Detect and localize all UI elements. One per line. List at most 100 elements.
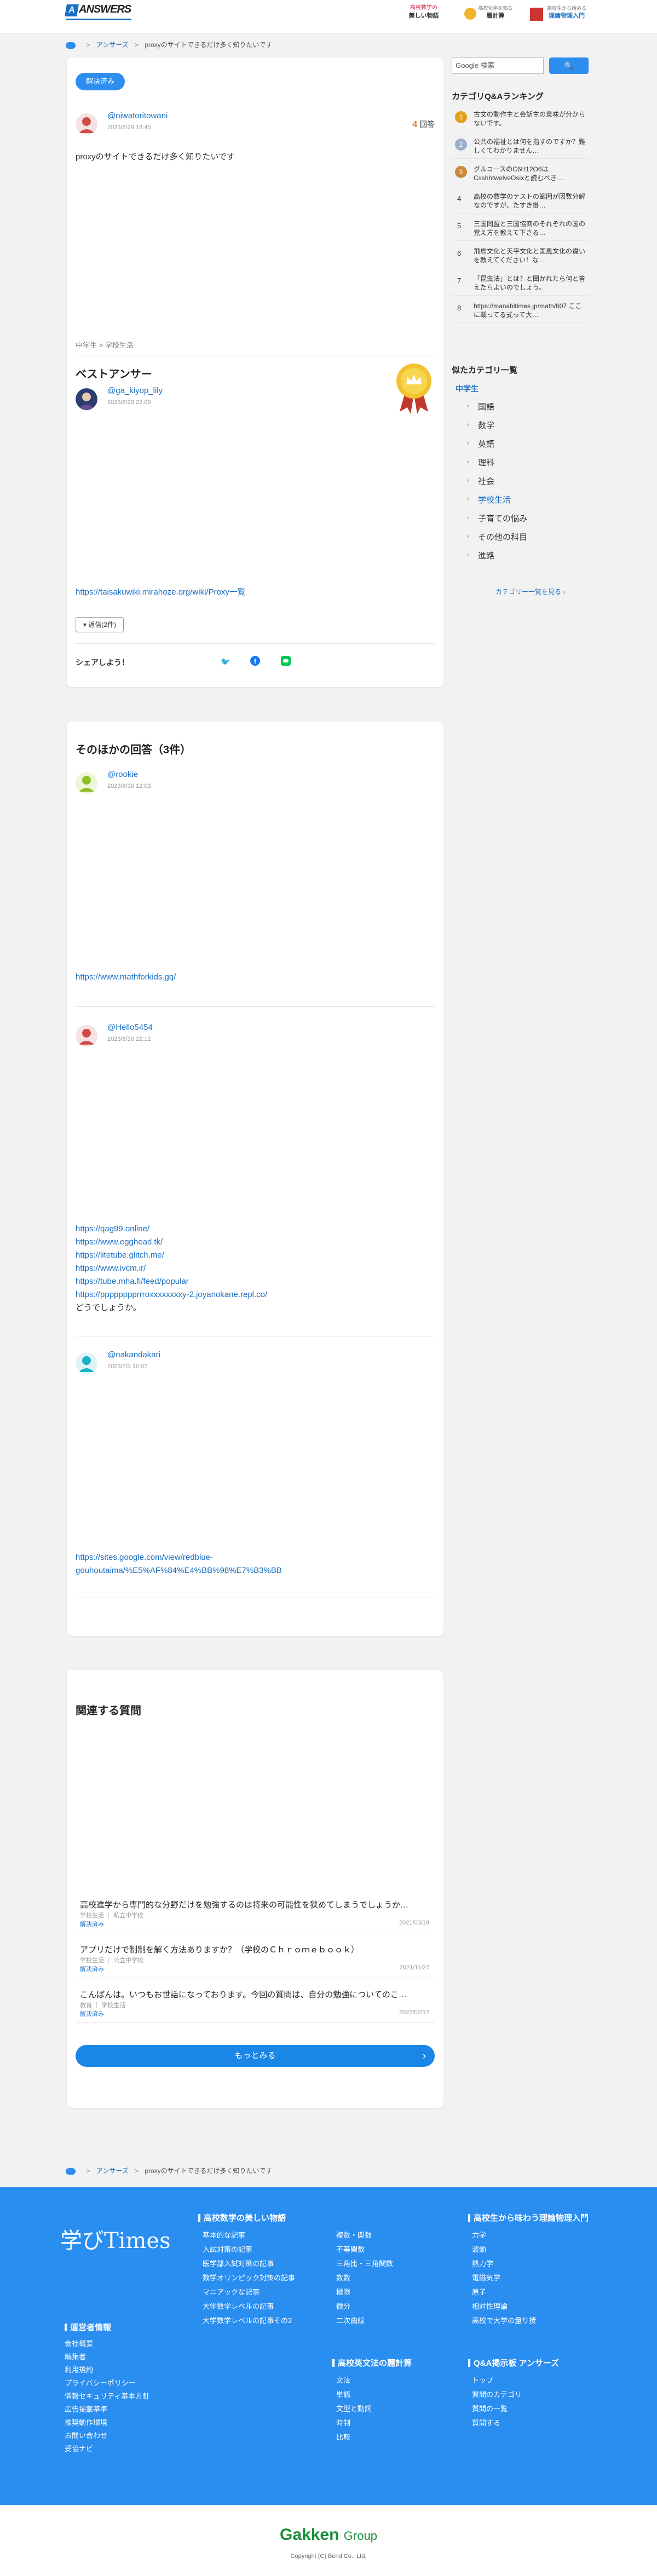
footer-link[interactable]: 比較	[336, 2431, 350, 2442]
related-item[interactable]: アプリだけで制制を解く方法ありますか？（学校のＣｈｒｏｍｅｂｏｏｋ） 学校生活 …	[76, 1939, 435, 1978]
footer-link[interactable]: マニアックな記事	[203, 2286, 260, 2297]
answer-username[interactable]: @nakandakari	[107, 1350, 160, 1359]
related-item[interactable]: 高校進学から専門的な分野だけを勉強するのは将来の可能性を狭めてしまうでしょうか……	[76, 1894, 435, 1933]
footer-link[interactable]: 利用規約	[65, 2364, 93, 2375]
ranking-item[interactable]: 5 三国同盟と三国協商のそれぞれの国の覚え方を教えて下さる…	[452, 216, 589, 241]
answer-link[interactable]: https://sites.google.com/view/redblue-	[76, 1551, 213, 1564]
footer-link[interactable]: 妥協ナビ	[65, 2443, 93, 2453]
breadcrumb-answers[interactable]: アンサーズ	[96, 2167, 129, 2175]
footer-link[interactable]: 基本的な記事	[203, 2229, 245, 2240]
answer-link[interactable]: https://www.ivcm.ir/	[76, 1262, 146, 1275]
home-icon[interactable]	[66, 2168, 76, 2175]
footer-link[interactable]: 質問する	[472, 2417, 500, 2428]
footer-link[interactable]: 波動	[472, 2244, 486, 2254]
footer-link[interactable]: お問い合わせ	[65, 2430, 107, 2440]
ranking-item[interactable]: 1 古文の動作主と会話主の意味が分からないです。	[452, 107, 589, 131]
footer-link[interactable]: プライバシーポリシー	[65, 2377, 136, 2388]
facebook-icon[interactable]: f	[250, 656, 261, 667]
category-item-active[interactable]: 学校生活	[478, 494, 511, 505]
footer-link[interactable]: 数学オリンピック対策の記事	[203, 2272, 295, 2283]
search-button[interactable]: 🔍	[549, 57, 589, 74]
footer-link[interactable]: 高校で大学の量り授	[472, 2315, 536, 2325]
footer-link[interactable]: 広告掲載基準	[65, 2404, 107, 2414]
chevron-right-icon: ›	[467, 476, 469, 484]
ad-math[interactable]: 高校数学の 美しい物語	[400, 4, 448, 24]
ranking-item[interactable]: 8 https://manabitimes.jp/math/607 ここに載って…	[452, 298, 589, 323]
answer-link[interactable]: https://tube.mha.fi/feed/popular	[76, 1275, 189, 1288]
ranking-item[interactable]: 4 高校の数学のテストの範囲が因数分解なのですが、たすき掛…	[452, 189, 589, 214]
ranking-item[interactable]: 2 公共の福祉とは何を指すのですか？難しくてわかりません…	[452, 134, 589, 159]
footer-link[interactable]: 情報セキュリティ基本方針	[65, 2390, 149, 2401]
footer-link[interactable]: 質問の一覧	[472, 2403, 508, 2413]
related-item[interactable]: こんばんは。いつもお世話になっております。今回の質問は、自分の勉強についてのこ……	[76, 1984, 435, 2023]
answer-link[interactable]: https://litetube.glitch.me/	[76, 1249, 164, 1262]
footer-link[interactable]: 相対性理論	[472, 2301, 508, 2311]
footer-link[interactable]: 推奨動作環境	[65, 2417, 107, 2427]
footer-link[interactable]: 微分	[336, 2301, 350, 2311]
ranking-item[interactable]: 6 飛鳥文化と天平文化と国風文化の違いを教えてください！な…	[452, 244, 589, 268]
twitter-icon[interactable]: 🐦	[220, 656, 231, 667]
footer-link[interactable]: 大学数学レベルの記事その2	[203, 2315, 292, 2325]
category-link[interactable]: 学校生活	[105, 341, 134, 349]
footer-link[interactable]: 入試対策の記事	[203, 2244, 252, 2254]
footer-link[interactable]: 質問のカテゴリ	[472, 2389, 522, 2399]
answer-username[interactable]: @rookie	[107, 770, 138, 779]
footer-link[interactable]: 複数・関数	[336, 2229, 372, 2240]
home-icon[interactable]	[66, 42, 76, 49]
footer-logo[interactable]: 学びTimes	[60, 2223, 171, 2255]
answer-link[interactable]: gouhoutaima/%E5%AF%84%E4%BB%98%E7%B3%BB	[76, 1564, 282, 1577]
footer-col-title: 運営者情報	[65, 2321, 111, 2333]
footer-link[interactable]: 編集者	[65, 2351, 86, 2361]
ad-chem[interactable]: 高校化学を知る 麗計算	[464, 4, 515, 24]
category-item[interactable]: 社会	[478, 475, 494, 487]
answer-link[interactable]: https://pppppppprrroxxxxxxxxy-2.joyanoka…	[76, 1288, 267, 1301]
category-item[interactable]: 子育ての悩み	[478, 512, 527, 524]
answer-username[interactable]: @Hello5454	[107, 1023, 153, 1032]
footer-link[interactable]: 原子	[472, 2286, 486, 2297]
category-item[interactable]: 理科	[478, 457, 494, 468]
footer-link[interactable]: 電磁気学	[472, 2272, 500, 2283]
footer-link[interactable]: 不等関数	[336, 2244, 365, 2254]
ranking-item-text: https://manabitimes.jp/math/607 ここに載ってる式…	[474, 302, 582, 319]
footer-link[interactable]: 熱力学	[472, 2258, 493, 2268]
footer-link[interactable]: 二次曲線	[336, 2315, 365, 2325]
gakken-logo[interactable]: Gakken Group	[274, 2526, 383, 2544]
best-username[interactable]: @ga_kiyop_lily	[107, 386, 163, 395]
ranking-item[interactable]: 3 グルコースのC6H12O6はCsshhtwelveOsixと読むべき…	[452, 162, 589, 186]
answer-link[interactable]: https://www.egghead.tk/	[76, 1236, 163, 1249]
footer-link[interactable]: 単語	[336, 2389, 350, 2399]
footer-link[interactable]: 極限	[336, 2286, 350, 2297]
footer-link[interactable]: 文型と動詞	[336, 2403, 372, 2413]
footer-link[interactable]: 力学	[472, 2229, 486, 2240]
category-item[interactable]: 国語	[478, 401, 494, 412]
category-more-link[interactable]: カテゴリー一覧を見る ›	[495, 587, 565, 596]
category-item[interactable]: 数学	[478, 419, 494, 431]
footer-link[interactable]: 文法	[336, 2375, 350, 2385]
related-item-title: こんばんは。いつもお世話になっております。今回の質問は、自分の勉強についてのこ…	[80, 1990, 407, 1999]
footer-link[interactable]: 医学部入試対策の記事	[203, 2258, 274, 2268]
line-icon[interactable]	[280, 656, 291, 667]
ad-physics[interactable]: 高校生から始める 理論物理入門	[530, 4, 590, 24]
category-item[interactable]: 英語	[478, 438, 494, 449]
category-item[interactable]: 進路	[478, 550, 494, 561]
ad-math-line2: 美しい物語	[408, 13, 439, 19]
footer-link[interactable]: 数数	[336, 2272, 350, 2283]
category-parent-link[interactable]: 中学生	[456, 383, 479, 394]
footer-link[interactable]: 時制	[336, 2417, 350, 2428]
category-link[interactable]: 中学生	[76, 341, 97, 349]
best-answer-link[interactable]: https://taisakuwiki.mirahoze.org/wiki/Pr…	[76, 586, 246, 599]
search-input[interactable]: Google 検索	[452, 57, 544, 74]
answer-link[interactable]: https://qag99.online/	[76, 1223, 149, 1236]
footer-link[interactable]: 大学数学レベルの記事	[203, 2301, 274, 2311]
breadcrumb-answers[interactable]: アンサーズ	[96, 41, 129, 49]
ranking-item[interactable]: 7 「昆虫法」とは？と聞かれたら何と答えたらよいのでしょう。	[452, 271, 589, 296]
question-username[interactable]: @niwatoritowani	[107, 111, 168, 120]
category-item[interactable]: その他の科目	[478, 531, 527, 543]
footer-link[interactable]: 三角比・三角関数	[336, 2258, 393, 2268]
reply-toggle-button[interactable]: ▾ 返信(2件)	[76, 617, 124, 632]
answer-link[interactable]: https://www.mathforkids.gq/	[76, 971, 176, 984]
footer-link[interactable]: 会社概要	[65, 2338, 93, 2348]
answers-logo[interactable]: A ANSWERS	[65, 3, 131, 23]
footer-link[interactable]: トップ	[472, 2375, 493, 2385]
more-button[interactable]: もっとみる ›	[76, 2045, 435, 2067]
